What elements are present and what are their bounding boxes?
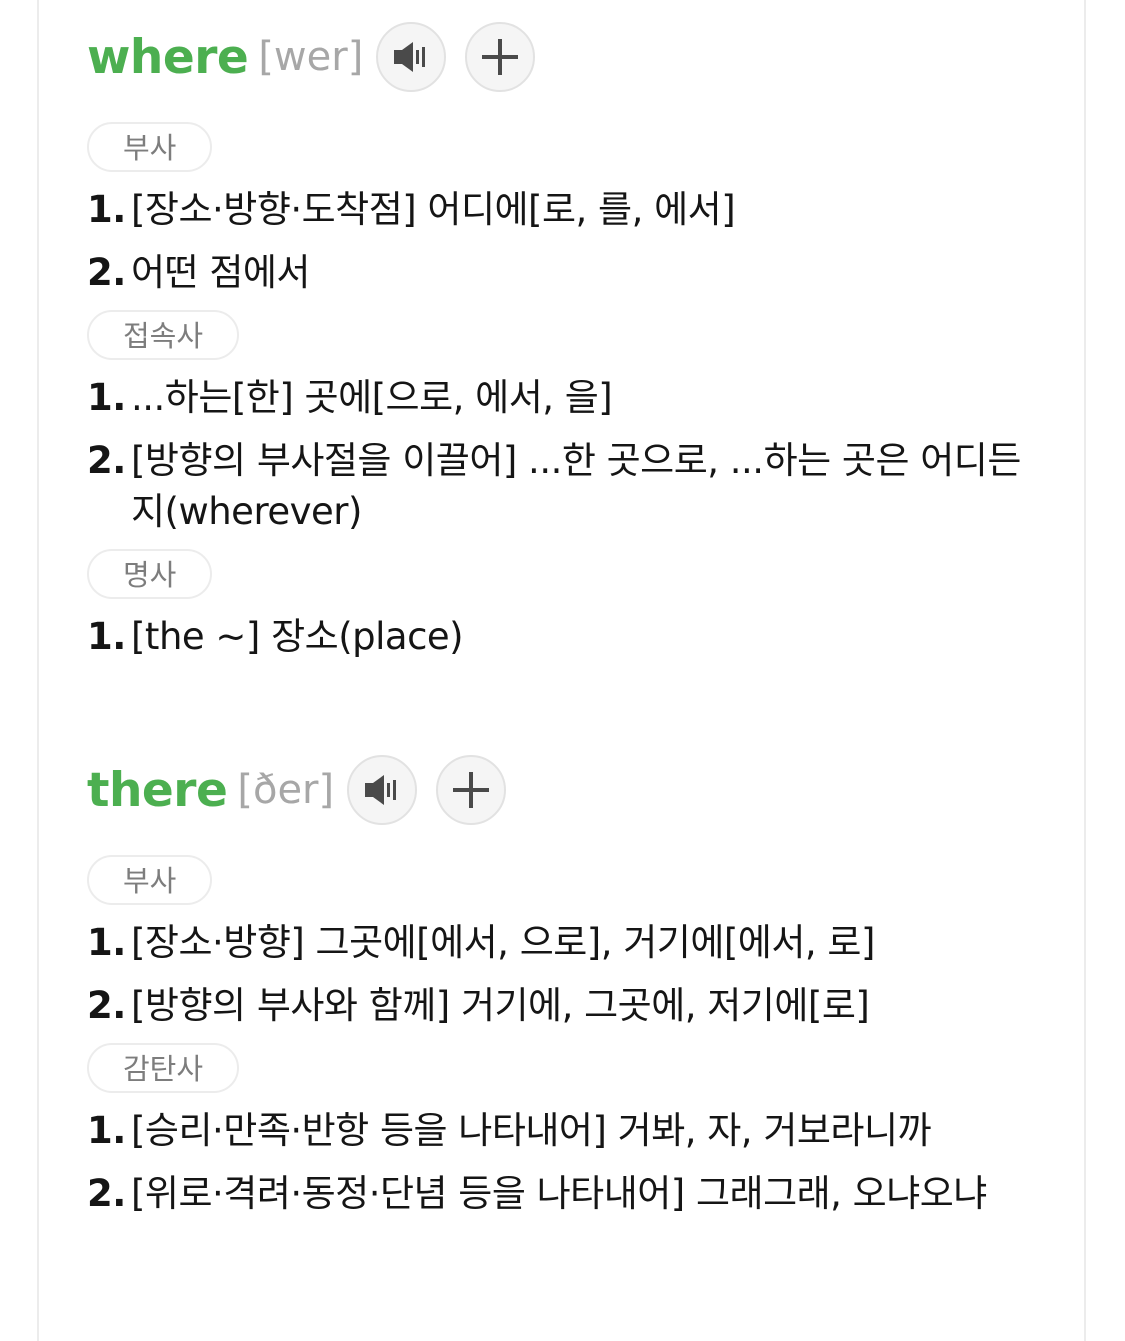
- add-to-wordbook-button[interactable]: [465, 22, 536, 92]
- definition-text: [방향의 부사와 함께] 거기에, 그곳에, 저기에[로]: [131, 984, 870, 1027]
- dictionary-card: where [wer] 부사 1. [장소·방향·도착점] 어디에[로, 를, …: [37, 0, 1086, 1341]
- phonetic: [wer]: [258, 34, 364, 80]
- definition-text: 어떤 점에서: [131, 251, 310, 294]
- speaker-icon: [364, 774, 400, 806]
- definition-item: 2. 어떤 점에서: [87, 247, 1047, 298]
- pos-badge: 부사: [87, 122, 213, 172]
- definition-text: [장소·방향·도착점] 어디에[로, 를, 에서]: [131, 188, 736, 231]
- sense-block: 명사 1. [the ~] 장소(place): [87, 549, 1047, 662]
- definition-list: 1. ...하는[한] 곳에[으로, 에서, 을] 2. [방향의 부사절을 이…: [87, 372, 1047, 537]
- headword: there: [87, 762, 228, 818]
- headword: where: [87, 29, 249, 85]
- definition-number: 2.: [87, 984, 126, 1027]
- pos-badge: 명사: [87, 549, 213, 599]
- definition-number: 1.: [87, 188, 126, 231]
- entry-there: there [ðer] 부사 1. [장소·방향] 그곳에[에서, 으로], 거…: [87, 753, 1047, 1231]
- entry-where: where [wer] 부사 1. [장소·방향·도착점] 어디에[로, 를, …: [87, 20, 1047, 674]
- definition-text: [승리·만족·반항 등을 나타내어] 거봐, 자, 거보라니까: [131, 1109, 932, 1152]
- add-to-wordbook-button[interactable]: [436, 755, 507, 825]
- definition-list: 1. [the ~] 장소(place): [87, 611, 1047, 662]
- pos-badge: 감탄사: [87, 1043, 240, 1093]
- definition-number: 2.: [87, 1172, 126, 1215]
- sense-block: 부사 1. [장소·방향] 그곳에[에서, 으로], 거기에[에서, 로] 2.…: [87, 855, 1047, 1031]
- definition-text: [장소·방향] 그곳에[에서, 으로], 거기에[에서, 로]: [131, 921, 875, 964]
- headword-row: where [wer]: [87, 20, 1047, 94]
- definition-list: 1. [승리·만족·반항 등을 나타내어] 거봐, 자, 거보라니까 2. [위…: [87, 1105, 1047, 1219]
- definition-item: 1. [the ~] 장소(place): [87, 611, 1047, 662]
- definition-number: 1.: [87, 615, 126, 658]
- definition-text: [방향의 부사절을 이끌어] ...한 곳으로, ...하는 곳은 어디든지(w…: [131, 439, 1021, 533]
- sense-block: 부사 1. [장소·방향·도착점] 어디에[로, 를, 에서] 2. 어떤 점에…: [87, 122, 1047, 298]
- pronounce-button[interactable]: [347, 755, 418, 825]
- pos-badge: 부사: [87, 855, 213, 905]
- definition-item: 2. [방향의 부사와 함께] 거기에, 그곳에, 저기에[로]: [87, 980, 1047, 1031]
- definition-text: ...하는[한] 곳에[으로, 에서, 을]: [131, 376, 613, 419]
- pronounce-button[interactable]: [376, 22, 447, 92]
- definition-text: [위로·격려·동정·단념 등을 나타내어] 그래그래, 오냐오냐: [131, 1172, 987, 1215]
- definition-item: 1. [승리·만족·반항 등을 나타내어] 거봐, 자, 거보라니까: [87, 1105, 1047, 1156]
- definition-number: 2.: [87, 439, 126, 482]
- definition-item: 2. [방향의 부사절을 이끌어] ...한 곳으로, ...하는 곳은 어디든…: [87, 435, 1047, 537]
- pos-badge: 접속사: [87, 310, 240, 360]
- plus-icon: [452, 771, 490, 809]
- definition-list: 1. [장소·방향·도착점] 어디에[로, 를, 에서] 2. 어떤 점에서: [87, 184, 1047, 298]
- definition-item: 1. [장소·방향] 그곳에[에서, 으로], 거기에[에서, 로]: [87, 917, 1047, 968]
- definition-number: 2.: [87, 251, 126, 294]
- definition-text: [the ~] 장소(place): [131, 615, 464, 658]
- definition-item: 1. [장소·방향·도착점] 어디에[로, 를, 에서]: [87, 184, 1047, 235]
- definition-item: 1. ...하는[한] 곳에[으로, 에서, 을]: [87, 372, 1047, 423]
- definition-number: 1.: [87, 921, 126, 964]
- definition-item: 2. [위로·격려·동정·단념 등을 나타내어] 그래그래, 오냐오냐: [87, 1168, 1047, 1219]
- sense-block: 감탄사 1. [승리·만족·반항 등을 나타내어] 거봐, 자, 거보라니까 2…: [87, 1043, 1047, 1219]
- phonetic: [ðer]: [237, 767, 335, 813]
- headword-row: there [ðer]: [87, 753, 1047, 827]
- speaker-icon: [393, 41, 429, 73]
- definition-number: 1.: [87, 376, 126, 419]
- definition-list: 1. [장소·방향] 그곳에[에서, 으로], 거기에[에서, 로] 2. [방…: [87, 917, 1047, 1031]
- definition-number: 1.: [87, 1109, 126, 1152]
- plus-icon: [481, 38, 519, 76]
- sense-block: 접속사 1. ...하는[한] 곳에[으로, 에서, 을] 2. [방향의 부사…: [87, 310, 1047, 537]
